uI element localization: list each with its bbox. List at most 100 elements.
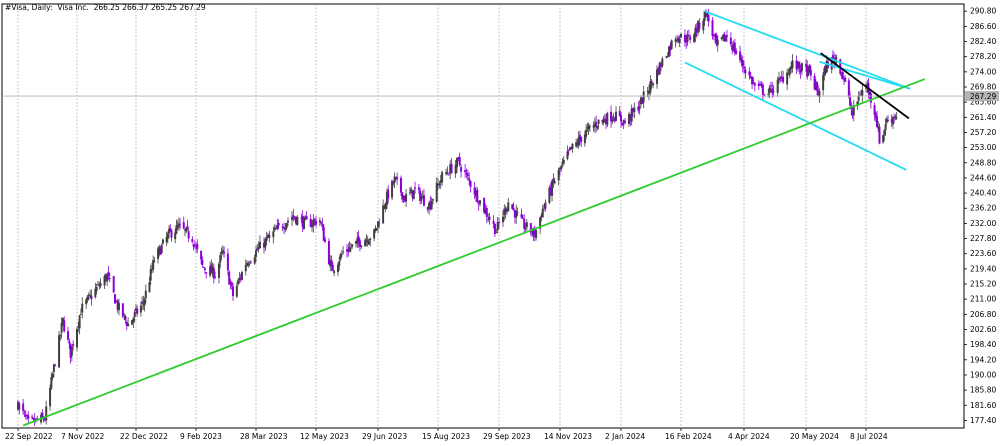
candle-body-382 [711, 20, 714, 37]
y-tick-label-2: 282.40 [970, 37, 996, 46]
candle-body-370 [687, 35, 690, 36]
candle-body-294 [551, 180, 554, 196]
candle-body-414 [769, 85, 772, 87]
candle-body-176 [333, 270, 336, 273]
candle-body-28 [68, 341, 71, 344]
candle-body-31 [72, 343, 75, 347]
y-tick-label-13: 236.20 [970, 204, 996, 213]
candle-body-30 [70, 346, 73, 356]
candle-body-51 [108, 278, 111, 279]
candle-body-306 [571, 143, 574, 149]
chart-symbol: #Visa, Daily: [5, 3, 53, 12]
candle-body-216 [405, 194, 408, 202]
candle-body-50 [107, 271, 110, 276]
candle-body-246 [460, 167, 463, 172]
candle-body-234 [438, 183, 441, 186]
candle-body-286 [535, 229, 538, 238]
candle-body-307 [575, 142, 578, 147]
candle-body-2 [22, 403, 25, 411]
candle-body-13 [41, 412, 44, 418]
candle-body-116 [223, 251, 226, 254]
candle-body-328 [611, 119, 614, 122]
candle-body-250 [468, 177, 471, 181]
candle-body-474 [876, 116, 879, 128]
candle-body-38 [86, 296, 89, 301]
candle-body-406 [753, 83, 756, 86]
y-tick-label-5: 269.80 [970, 82, 996, 91]
candle-body-70 [143, 299, 146, 306]
candle-body-249 [466, 173, 469, 177]
candle-body-457 [847, 80, 850, 96]
x-tick-label-13: 20 May 2024 [790, 432, 839, 441]
candle-body-36 [81, 303, 84, 313]
candle-body-152 [291, 216, 293, 220]
candle-body-66 [136, 308, 139, 314]
candle-body-241 [450, 163, 453, 174]
candle-body-392 [729, 37, 732, 45]
candle-body-400 [743, 66, 745, 69]
y-tick-label-1: 286.60 [970, 22, 996, 31]
candle-body-397 [739, 51, 742, 60]
y-tick-label-7: 261.40 [970, 113, 996, 122]
candle-body-159 [303, 216, 305, 230]
candle-body-32 [76, 328, 78, 348]
candle-body-16 [45, 406, 48, 421]
candle-body-377 [702, 20, 705, 31]
candle-body-35 [79, 314, 82, 316]
candle-body-92 [182, 222, 185, 229]
candle-body-301 [562, 159, 565, 164]
candle-body-313 [585, 129, 588, 137]
y-tick-label-18: 215.20 [970, 280, 996, 289]
candle-body-112 [217, 263, 220, 278]
candle-body-200 [377, 221, 379, 228]
candle-body-266 [498, 221, 500, 224]
candle-body-220 [412, 189, 415, 200]
candle-body-83 [166, 233, 169, 239]
candle-body-81 [161, 239, 164, 244]
candle-body-232 [435, 183, 438, 202]
candle-body-175 [331, 264, 334, 271]
candle-body-405 [752, 82, 755, 84]
candle-body-302 [566, 151, 569, 159]
candle-body-456 [844, 77, 847, 82]
candle-body-161 [305, 216, 308, 220]
y-tick-label-20: 206.80 [970, 310, 996, 319]
candle-body-206 [387, 189, 390, 199]
candle-body-315 [587, 125, 590, 130]
candle-body-412 [767, 94, 770, 95]
x-tick-label-10: 2 Jan 2024 [605, 432, 645, 441]
y-tick-label-23: 194.20 [970, 355, 996, 364]
candle-body-3 [23, 412, 26, 413]
candle-body-373 [694, 27, 697, 37]
candle-body-37 [85, 299, 88, 305]
candle-body-43 [95, 287, 98, 291]
candle-body-7 [31, 416, 34, 418]
candle-body-58 [123, 314, 126, 315]
candle-body-478 [883, 130, 886, 135]
candle-body-297 [557, 170, 560, 181]
candle-body-280 [524, 228, 527, 229]
candle-body-351 [652, 83, 654, 86]
candle-body-231 [431, 199, 434, 201]
candle-body-23 [59, 334, 62, 336]
candle-body-126 [240, 272, 243, 280]
candle-body-97 [191, 239, 194, 242]
candle-body-239 [447, 174, 450, 176]
y-tick-label-3: 278.20 [970, 52, 996, 61]
candle-body-145 [276, 225, 279, 229]
candle-body-195 [367, 241, 370, 245]
candle-body-296 [553, 181, 556, 184]
candle-body-461 [852, 106, 855, 116]
candle-body-150 [285, 223, 288, 229]
candle-body-18 [50, 377, 53, 389]
candle-body-277 [520, 214, 523, 218]
candle-body-132 [253, 257, 256, 264]
candle-body-130 [248, 263, 251, 265]
candle-body-21 [54, 364, 57, 366]
candle-body-180 [340, 253, 343, 255]
candle-body-481 [887, 120, 890, 122]
candle-body-1 [18, 403, 21, 410]
candle-body-222 [417, 187, 420, 190]
candle-body-171 [324, 239, 327, 242]
candle-body-291 [544, 202, 547, 209]
